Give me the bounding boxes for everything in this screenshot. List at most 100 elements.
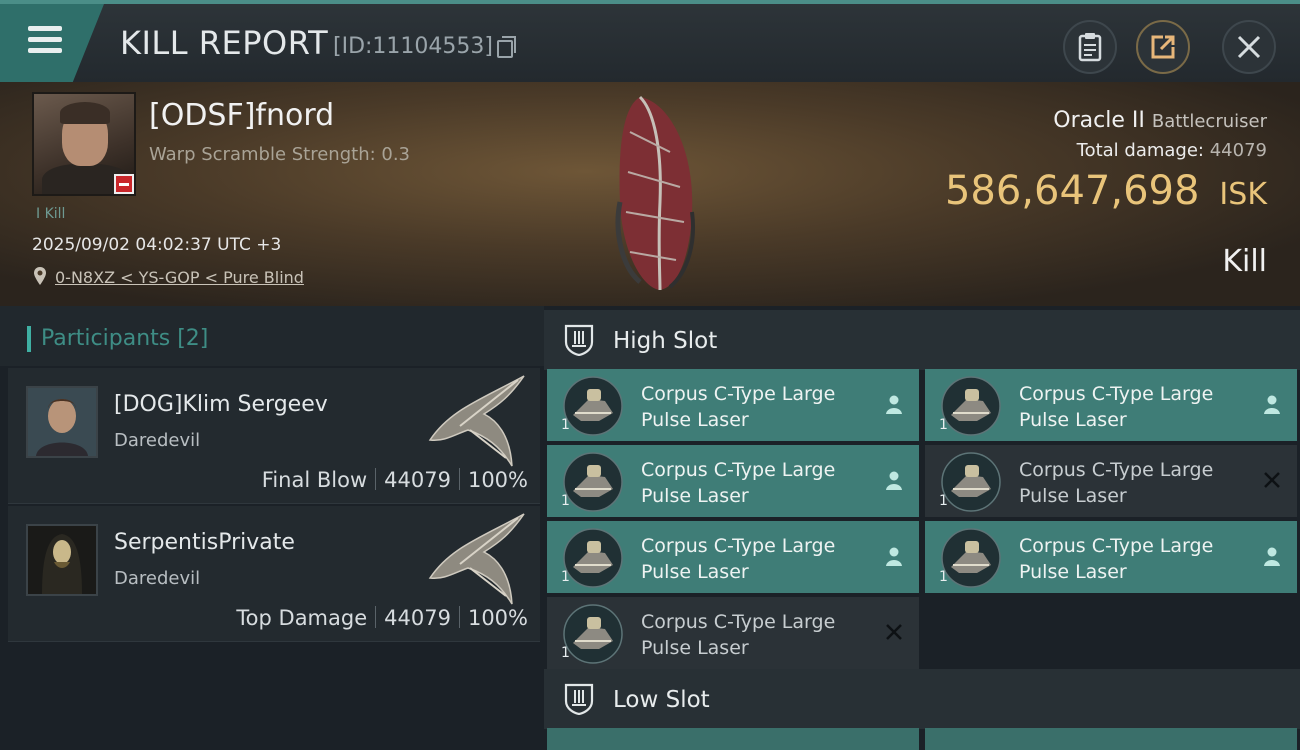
hostile-badge-icon <box>114 174 134 194</box>
high-slot-title: High Slot <box>613 328 718 354</box>
participant-stats: Final Blow 44079 100% <box>262 468 528 492</box>
module-slot[interactable]: 1 Corpus C-Type Large Pulse Laser <box>925 521 1297 593</box>
close-button[interactable] <box>1222 20 1276 74</box>
ship-name: Oracle II <box>1053 108 1145 133</box>
victim-ship-name[interactable]: Oracle II Battlecruiser <box>1053 108 1267 133</box>
total-damage-value: 44079 <box>1209 140 1267 161</box>
isk-unit: ISK <box>1219 177 1267 212</box>
module-quantity: 1 <box>561 493 570 509</box>
title-bar: KILL REPORT [ID:11104553] <box>0 0 1300 82</box>
participant-ship-image <box>428 513 525 605</box>
participants-title: Participants [2] <box>41 326 209 351</box>
divider <box>375 468 377 490</box>
module-slot[interactable]: 1 Corpus C-Type Large Pulse Laser <box>547 521 919 593</box>
module-name-line1: Corpus C-Type Large <box>1019 459 1214 481</box>
avatar-hair <box>60 102 110 124</box>
destroyed-x-icon <box>1264 472 1280 488</box>
participant-portrait[interactable] <box>26 524 98 596</box>
module-name: Corpus C-Type Large Pulse Laser <box>641 609 871 661</box>
participant-card[interactable]: [DOG]Klim Sergeev Daredevil Final Blow 44… <box>8 368 540 504</box>
module-name-line2: Pulse Laser <box>641 485 749 507</box>
module-name: Corpus C-Type Large Pulse Laser <box>641 381 871 433</box>
module-name-line2: Pulse Laser <box>641 561 749 583</box>
pilot-portrait-icon <box>28 388 96 456</box>
divider <box>458 468 460 490</box>
module-quantity: 1 <box>561 569 570 585</box>
total-damage: Total damage: 44079 <box>1077 140 1267 161</box>
module-quantity: 1 <box>939 493 948 509</box>
ship-class: Battlecruiser <box>1151 111 1267 132</box>
npc-portrait-icon <box>28 526 96 594</box>
clipboard-button[interactable] <box>1063 20 1117 74</box>
share-icon <box>1151 35 1175 59</box>
menu-button[interactable] <box>0 4 104 82</box>
participant-card[interactable]: SerpentisPrivate Daredevil Top Damage 440… <box>8 506 540 642</box>
victim-name[interactable]: [ODSF]fnord <box>149 98 334 133</box>
isk-amount: 586,647,698 <box>944 168 1200 214</box>
participant-ship-image <box>428 375 525 467</box>
kill-type: Kill <box>1222 244 1267 279</box>
isk-value: 586,647,698 ISK <box>945 168 1267 214</box>
copy-icon[interactable] <box>497 36 516 58</box>
module-name-line1: Corpus C-Type Large <box>1019 383 1214 405</box>
participant-percent: 100% <box>467 468 528 492</box>
module-quantity: 1 <box>561 417 570 433</box>
section-accent <box>27 326 31 352</box>
module-name-line2: Pulse Laser <box>1019 409 1127 431</box>
module-quantity: 1 <box>939 569 948 585</box>
pulse-laser-icon <box>941 528 1001 588</box>
participant-name[interactable]: SerpentisPrivate <box>114 530 295 555</box>
dropped-person-icon <box>886 471 902 490</box>
divider <box>375 606 377 628</box>
pulse-laser-icon <box>563 452 623 512</box>
low-slot-icon <box>564 683 594 715</box>
module-name-line1: Corpus C-Type Large <box>641 535 836 557</box>
participant-percent: 100% <box>467 606 528 630</box>
pulse-laser-icon <box>563 604 623 664</box>
module-name: Corpus C-Type Large Pulse Laser <box>1019 457 1249 509</box>
participant-portrait[interactable] <box>26 386 98 458</box>
module-name-line1: Corpus C-Type Large <box>641 459 836 481</box>
pulse-laser-icon <box>563 528 623 588</box>
share-button[interactable] <box>1136 20 1190 74</box>
participant-role: Final Blow <box>261 468 368 492</box>
module-slot[interactable]: 1 Corpus C-Type Large Pulse Laser <box>925 445 1297 517</box>
participant-ship: Daredevil <box>114 430 201 451</box>
module-name-line2: Pulse Laser <box>1019 561 1127 583</box>
kill-datetime: 2025/09/02 04:02:37 UTC +3 <box>32 235 282 255</box>
location-pin-icon <box>34 267 46 285</box>
module-slot[interactable]: 1 Corpus C-Type Large Pulse Laser <box>547 369 919 441</box>
close-icon <box>1237 35 1261 59</box>
clipboard-icon <box>1078 33 1102 62</box>
kill-count: I Kill <box>36 206 66 222</box>
module-name-line2: Pulse Laser <box>641 409 749 431</box>
dropped-person-icon <box>886 547 902 566</box>
module-name-line2: Pulse Laser <box>1019 485 1127 507</box>
module-slot[interactable] <box>547 728 919 750</box>
module-quantity: 1 <box>939 417 948 433</box>
low-slot-title: Low Slot <box>613 687 710 713</box>
divider <box>458 606 460 628</box>
module-slot[interactable]: 1 Corpus C-Type Large Pulse Laser <box>547 597 919 669</box>
menu-icon-bar <box>28 37 62 42</box>
menu-icon <box>28 26 62 31</box>
dropped-person-icon <box>1264 395 1280 414</box>
module-quantity: 1 <box>561 645 570 661</box>
dropped-person-icon <box>1264 547 1280 566</box>
pulse-laser-icon <box>941 376 1001 436</box>
module-slot[interactable] <box>925 728 1297 750</box>
participants-header: Participants [2] <box>0 306 544 366</box>
module-name-line1: Corpus C-Type Large <box>1019 535 1214 557</box>
participant-ship: Daredevil <box>114 568 201 589</box>
victim-ship-image[interactable] <box>600 92 710 292</box>
module-name: Corpus C-Type Large Pulse Laser <box>641 457 871 509</box>
kill-location-link[interactable]: 0-N8XZ < YS-GOP < Pure Blind <box>55 268 304 287</box>
pulse-laser-icon <box>563 376 623 436</box>
victim-avatar[interactable] <box>32 92 136 196</box>
page-title: KILL REPORT <box>120 24 329 62</box>
kill-id: [ID:11104553] <box>333 34 493 59</box>
module-slot[interactable]: 1 Corpus C-Type Large Pulse Laser <box>925 369 1297 441</box>
module-slot[interactable]: 1 Corpus C-Type Large Pulse Laser <box>547 445 919 517</box>
pulse-laser-icon <box>941 452 1001 512</box>
participant-name[interactable]: [DOG]Klim Sergeev <box>114 392 328 417</box>
